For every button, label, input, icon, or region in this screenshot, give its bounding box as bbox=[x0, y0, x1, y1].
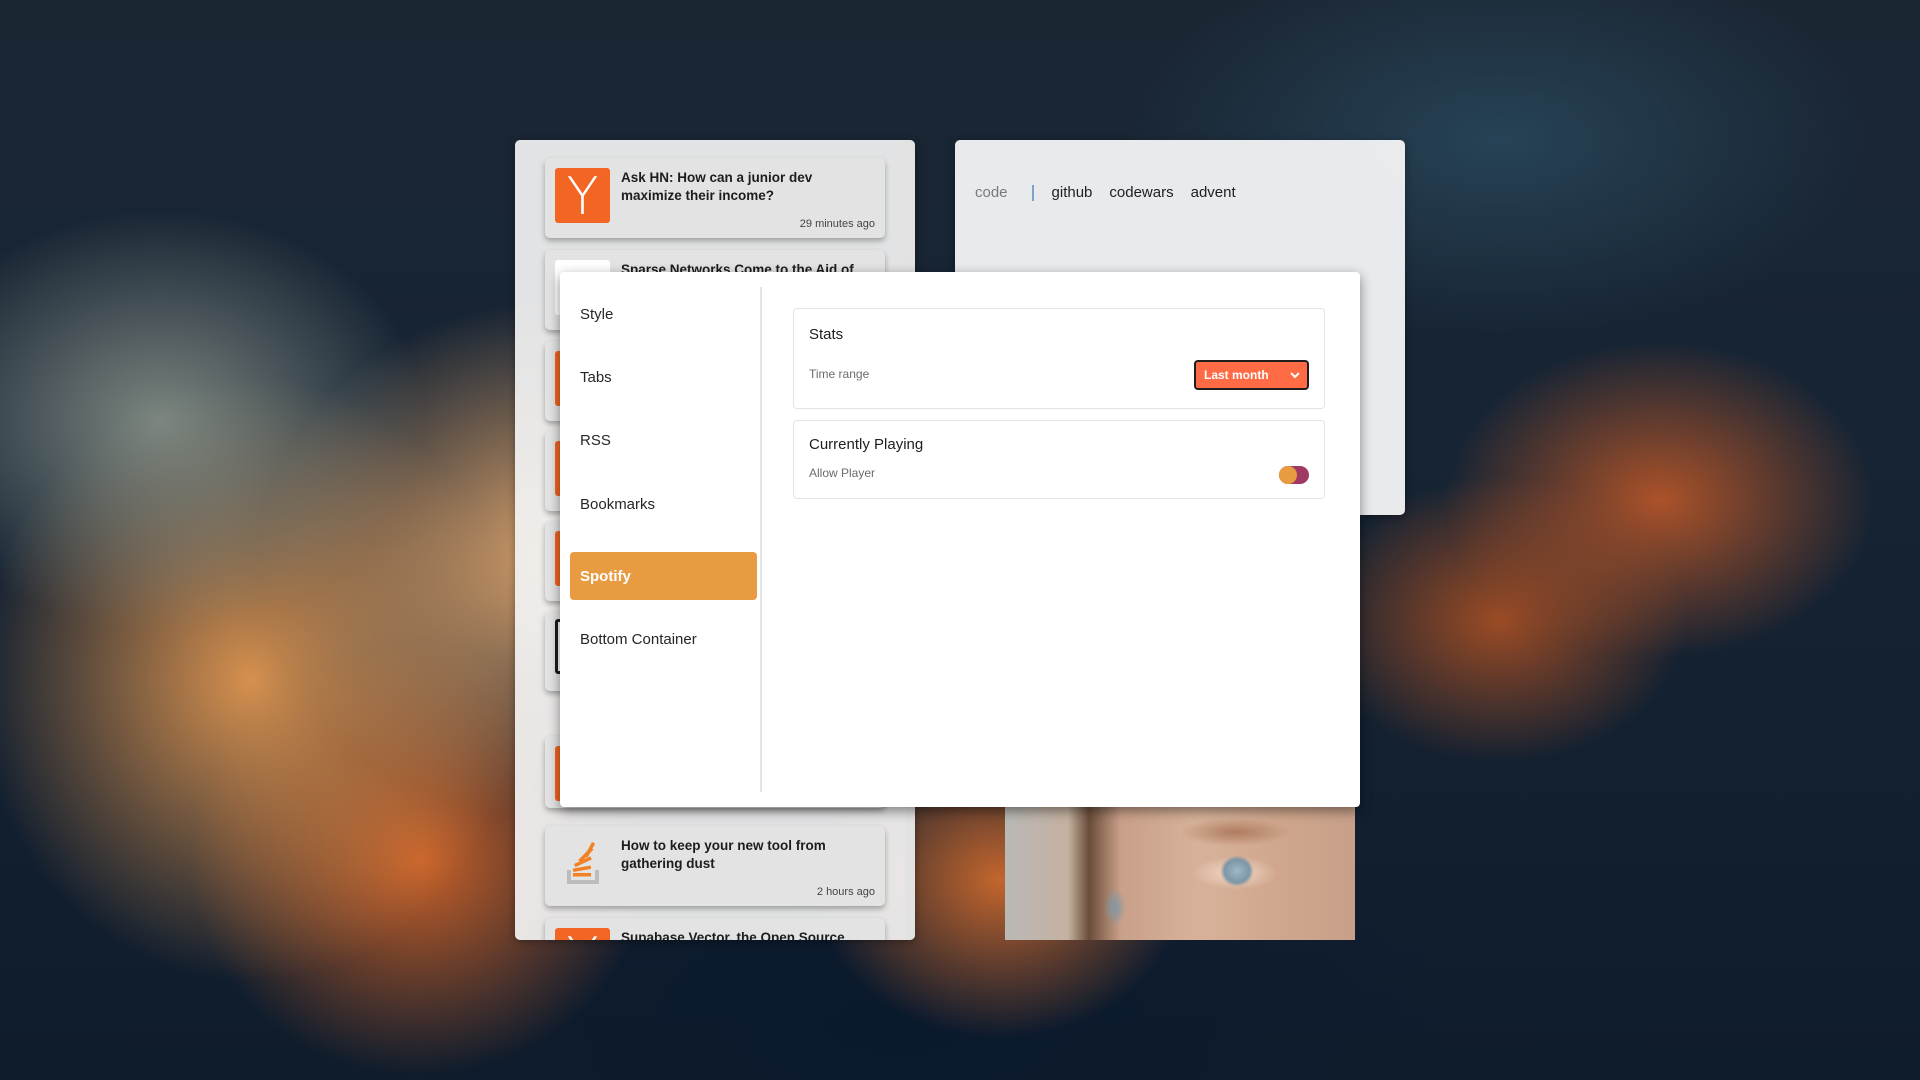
settings-modal: Style Tabs RSS Bookmarks Spotify Bottom … bbox=[560, 272, 1360, 807]
feed-item-title[interactable]: Ask HN: How can a junior dev maximize th… bbox=[621, 169, 871, 205]
painting-image bbox=[1005, 807, 1355, 940]
stack-overflow-icon bbox=[555, 836, 610, 891]
currently-playing-title: Currently Playing bbox=[809, 436, 924, 453]
sidebar-item-rss[interactable]: RSS bbox=[570, 416, 757, 464]
feed-item-time: 2 hours ago bbox=[816, 886, 875, 898]
feed-item[interactable]: Y Supabase Vector, the Open Source bbox=[545, 918, 885, 940]
sidebar-item-bookmarks[interactable]: Bookmarks bbox=[570, 480, 757, 528]
feed-item-title[interactable]: Supabase Vector, the Open Source bbox=[621, 929, 871, 940]
divider bbox=[1031, 184, 1034, 201]
chevron-down-icon bbox=[1290, 372, 1300, 379]
sidebar-item-tabs[interactable]: Tabs bbox=[570, 353, 757, 401]
time-range-value: Last month bbox=[1204, 368, 1269, 382]
feed-item[interactable]: Y Ask HN: How can a junior dev maximize … bbox=[545, 158, 885, 238]
bookmark-row: code github codewars advent bbox=[975, 184, 1253, 201]
bookmark-link-codewars[interactable]: codewars bbox=[1109, 184, 1173, 201]
allow-player-toggle[interactable] bbox=[1279, 466, 1309, 484]
bookmark-link-github[interactable]: github bbox=[1052, 184, 1093, 201]
time-range-label: Time range bbox=[809, 367, 870, 381]
settings-sidebar: Style Tabs RSS Bookmarks Spotify Bottom … bbox=[560, 287, 762, 792]
feed-item[interactable]: How to keep your new tool from gathering… bbox=[545, 826, 885, 906]
toggle-knob bbox=[1279, 466, 1297, 484]
time-range-select[interactable]: Last month bbox=[1194, 360, 1309, 390]
feed-item-time: 29 minutes ago bbox=[799, 218, 875, 230]
feed-item-title[interactable]: How to keep your new tool from gathering… bbox=[621, 837, 871, 873]
sidebar-item-bottom-container[interactable]: Bottom Container bbox=[570, 615, 757, 663]
bookmark-link-advent[interactable]: advent bbox=[1191, 184, 1236, 201]
sidebar-item-spotify[interactable]: Spotify bbox=[570, 552, 757, 600]
hacker-news-icon: Y bbox=[555, 928, 610, 940]
bookmark-category: code bbox=[975, 184, 1008, 201]
currently-playing-card: Currently Playing Allow Player bbox=[793, 420, 1325, 499]
sidebar-item-style[interactable]: Style bbox=[570, 290, 757, 338]
allow-player-label: Allow Player bbox=[809, 466, 876, 480]
hacker-news-icon: Y bbox=[555, 168, 610, 223]
stats-card: Stats Time range Last month bbox=[793, 308, 1325, 409]
stats-title: Stats bbox=[809, 326, 844, 343]
